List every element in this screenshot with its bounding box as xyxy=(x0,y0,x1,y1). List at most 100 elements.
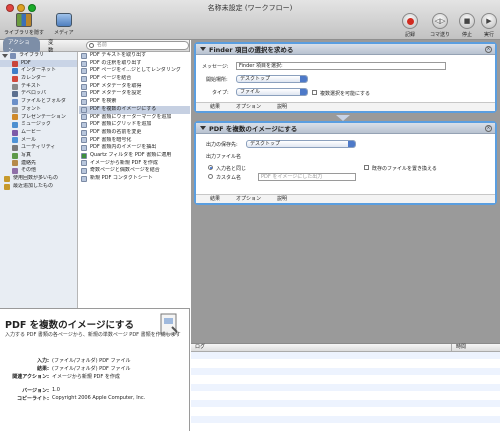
category-item[interactable]: テキスト xyxy=(0,83,77,91)
category-icon xyxy=(12,114,18,121)
options-tab[interactable]: オプション xyxy=(236,103,261,111)
category-item[interactable]: プレゼンテーション xyxy=(0,114,77,122)
card-header[interactable]: PDF を複数のイメージにする xyxy=(196,123,495,134)
same-name-radio[interactable] xyxy=(208,165,213,170)
pdf-action-icon xyxy=(81,160,87,167)
action-label: PDF 書類の名前を変更 xyxy=(90,128,142,135)
category-item[interactable]: ファイルとフォルダ xyxy=(0,98,77,106)
toolbar: 名称未設定 (ワークフロー) ライブラリを隠す メディア 記録 ◁▷ コマ送り … xyxy=(0,0,500,40)
category-icon xyxy=(4,175,10,182)
custom-name-input[interactable]: PDF をイメージにした出力 xyxy=(258,173,356,181)
category-icon xyxy=(12,60,18,67)
card-header[interactable]: Finder 項目の選択を求める xyxy=(196,44,495,55)
category-item[interactable]: 連絡先 xyxy=(0,160,77,168)
results-tab[interactable]: 結果 xyxy=(210,103,220,111)
action-item[interactable]: 新規 PDF コンタクトシート xyxy=(79,175,190,183)
run-button[interactable]: ▶ 実行 xyxy=(481,13,497,38)
time-column-header[interactable]: 時間 xyxy=(451,344,466,351)
search-input[interactable]: 名前 xyxy=(85,41,189,50)
filename-label: 出力ファイル名 xyxy=(206,154,242,160)
action-item[interactable]: PDF の注釈を取り出す xyxy=(79,60,190,68)
pdf-action-icon xyxy=(81,68,87,75)
category-item[interactable]: カレンダー xyxy=(0,75,77,83)
category-item[interactable]: ユーティリティ xyxy=(0,144,77,152)
record-button[interactable]: 記録 xyxy=(402,13,418,38)
category-label: メール xyxy=(21,136,37,143)
category-item[interactable]: フォント xyxy=(0,106,77,114)
close-icon[interactable]: × xyxy=(485,125,492,132)
category-item[interactable]: 写真 xyxy=(0,152,77,160)
action-item[interactable]: PDF を検索 xyxy=(79,98,190,106)
step-icon: ◁▷ xyxy=(432,13,448,29)
action-label: PDF を検索 xyxy=(90,98,117,105)
action-item[interactable]: PDF 書類内のイメージを抽出 xyxy=(79,144,190,152)
description-tab[interactable]: 説明 xyxy=(277,103,287,111)
action-item[interactable]: PDF を複数のイメージにする xyxy=(79,105,190,114)
category-item[interactable]: その他 xyxy=(0,167,77,175)
action-label: PDF ページをイ...ジとしてレンダリング xyxy=(90,67,181,74)
log-row xyxy=(191,392,500,400)
action-item[interactable]: PDF テキストを取り出す xyxy=(79,52,190,60)
library-pane: アクション 変数 名前 ライブラリ PDF インターネット カレンダー テキスト デベロッ… xyxy=(0,36,190,308)
action-label: Quartz フィルタを PDF 書類に適用 xyxy=(90,151,172,158)
pdf-action-icon xyxy=(81,145,87,152)
category-icon xyxy=(12,122,18,129)
chevron-down-icon xyxy=(300,76,307,82)
action-item[interactable]: PDF ページをイ...ジとしてレンダリング xyxy=(79,67,190,75)
category-item[interactable]: ミュージック xyxy=(0,121,77,129)
category-item[interactable]: 最近追加したもの xyxy=(0,183,77,191)
type-popup[interactable]: ファイル xyxy=(236,88,308,96)
workflow-area: Finder 項目の選択を求める × メッセージ: Finder 項目を選択: … xyxy=(191,40,500,343)
category-item[interactable]: ムービー xyxy=(0,129,77,137)
category-list[interactable]: ライブラリ PDF インターネット カレンダー テキスト デベロッパ ファイルとフォルダ フォ… xyxy=(0,52,78,308)
log-row xyxy=(191,360,500,368)
library-icon xyxy=(16,13,32,27)
disclosure-icon[interactable] xyxy=(200,47,206,51)
category-item[interactable]: PDF xyxy=(0,59,77,68)
custom-name-radio[interactable] xyxy=(208,174,213,179)
start-location-popup[interactable]: デスクトップ xyxy=(236,75,308,83)
category-item[interactable]: メール xyxy=(0,137,77,145)
pdf-action-icon xyxy=(81,98,87,105)
category-label: 写真 xyxy=(21,151,32,158)
description-field: 関連アクション: イメージから新規 PDF を作成 xyxy=(0,373,190,380)
category-item[interactable]: インターネット xyxy=(0,67,77,75)
close-icon[interactable]: × xyxy=(485,46,492,53)
action-list[interactable]: PDF テキストを取り出す PDF の注釈を取り出す PDF ページをイ...ジとし… xyxy=(79,52,190,308)
action-item[interactable]: PDF 書類にグリッドを追加 xyxy=(79,121,190,129)
action-item[interactable]: Quartz フィルタを PDF 書類に適用 xyxy=(79,152,190,160)
multi-select-checkbox[interactable] xyxy=(312,90,317,95)
step-button[interactable]: ◁▷ コマ送り xyxy=(430,13,450,38)
pdf-action-icon xyxy=(81,152,87,159)
category-item[interactable]: 使用回数が多いもの xyxy=(0,175,77,183)
action-item[interactable]: PDF 書類を暗号化 xyxy=(79,137,190,145)
log-header: ログ 時間 xyxy=(191,344,500,352)
category-item[interactable]: デベロッパ xyxy=(0,90,77,98)
start-label: 開始場所: xyxy=(206,77,228,83)
category-icon xyxy=(12,68,18,75)
action-item[interactable]: PDF ページを結合 xyxy=(79,75,190,83)
category-label: ライブラリ xyxy=(19,52,45,58)
options-tab[interactable]: オプション xyxy=(236,195,261,203)
description-tab[interactable]: 説明 xyxy=(277,195,287,203)
results-tab[interactable]: 結果 xyxy=(210,195,220,203)
category-label: ミュージック xyxy=(21,121,51,128)
disclosure-icon[interactable] xyxy=(2,53,8,58)
action-label: 新規 PDF コンタクトシート xyxy=(90,175,153,181)
message-input[interactable]: Finder 項目を選択: xyxy=(236,62,446,70)
replace-existing-checkbox[interactable] xyxy=(364,165,369,170)
stop-button[interactable]: ■ 停止 xyxy=(459,13,475,38)
action-item[interactable]: PDF メタデータを設定 xyxy=(79,90,190,98)
hide-library-button[interactable]: ライブラリを隠す xyxy=(4,13,44,36)
action-item[interactable]: PDF 書類の名前を変更 xyxy=(79,129,190,137)
action-item[interactable]: PDF 書類にウォーターマークを追加 xyxy=(79,114,190,122)
category-icon xyxy=(12,75,18,82)
media-button[interactable]: メディア xyxy=(54,13,74,36)
action-item[interactable]: イメージから新規 PDF を作成 xyxy=(79,160,190,168)
action-item[interactable]: PDF メタデータを取得 xyxy=(79,83,190,91)
destination-popup[interactable]: デスクトップ xyxy=(246,140,356,148)
category-item[interactable]: ライブラリ xyxy=(0,52,77,60)
action-item[interactable]: 奇数ページと偶数ページを結合 xyxy=(79,167,190,175)
disclosure-icon[interactable] xyxy=(200,126,206,130)
log-column-header[interactable]: ログ xyxy=(195,344,205,351)
